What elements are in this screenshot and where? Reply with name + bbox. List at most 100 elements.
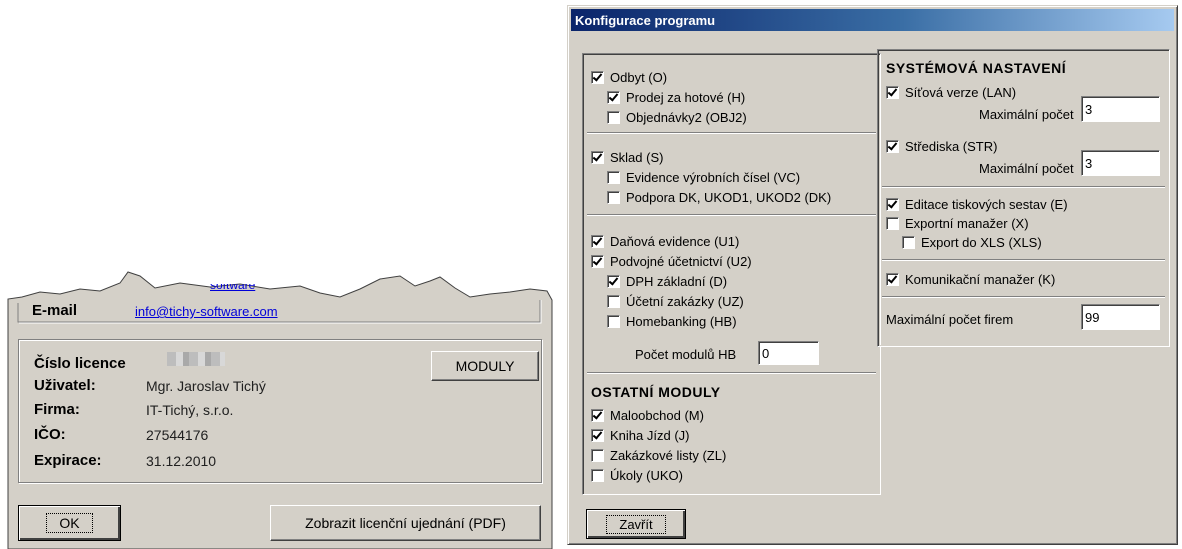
centers-max-label: Maximální počet [979, 161, 1074, 176]
expiry-label: Expirace: [34, 452, 102, 469]
close-button-label: Zavřít [606, 514, 666, 534]
module-checkbox[interactable]: Prodej za hotové (H) [607, 90, 745, 105]
print-edit-checkbox[interactable]: Editace tiskových sestav (E) [886, 197, 1068, 212]
license-number-label: Číslo licence [34, 355, 126, 372]
checkbox-box [607, 295, 620, 308]
checkbox-label: Maloobchod (M) [610, 408, 704, 423]
max-companies-label: Maximální počet firem [886, 312, 1014, 327]
checkbox-box [607, 275, 620, 288]
checkbox-box [886, 86, 899, 99]
module-checkbox[interactable]: Maloobchod (M) [591, 408, 704, 423]
checkbox-box [607, 171, 620, 184]
checkbox-label: Podpora DK, UKOD1, UKOD2 (DK) [626, 190, 832, 205]
module-checkbox[interactable]: Kniha Jízd (J) [591, 428, 689, 443]
checkbox-label: Editace tiskových sestav (E) [905, 197, 1068, 212]
divider [882, 296, 1165, 298]
checkbox-label: Úkoly (UKO) [610, 468, 683, 483]
module-checkbox[interactable]: Podpora DK, UKOD1, UKOD2 (DK) [607, 190, 831, 205]
divider [587, 372, 876, 374]
expiry-value: 31.12.2010 [146, 453, 217, 469]
network-max-input[interactable] [1081, 96, 1160, 122]
company-value: IT-Tichý, s.r.o. [146, 402, 234, 418]
max-companies-input[interactable] [1081, 304, 1160, 330]
checkbox-box [591, 429, 604, 442]
hb-count-input[interactable] [758, 341, 819, 365]
checkbox-label: Exportní manažer (X) [905, 216, 1029, 231]
ico-value: 27544176 [146, 427, 209, 443]
centers-max-input[interactable] [1081, 150, 1160, 176]
module-checkbox[interactable]: Zakázkové listy (ZL) [591, 448, 726, 463]
checkbox-label: Komunikační manažer (K) [905, 272, 1056, 287]
module-checkbox[interactable]: Evidence výrobních čísel (VC) [607, 170, 800, 185]
checkbox-label: Střediska (STR) [905, 139, 998, 154]
modules-button[interactable]: MODULY [431, 351, 539, 381]
divider [882, 186, 1165, 188]
module-checkbox[interactable]: Úkoly (UKO) [591, 468, 683, 483]
checkbox-label: Zakázkové listy (ZL) [610, 448, 727, 463]
checkbox-box [607, 91, 620, 104]
close-button[interactable]: Zavřít [586, 509, 686, 539]
license-info-box: Číslo licence Uživatel: Mgr. Jaroslav Ti… [18, 339, 542, 483]
module-checkbox[interactable]: Homebanking (HB) [607, 314, 737, 329]
divider [587, 132, 876, 134]
other-modules-heading: OSTATNÍ MODULY [591, 384, 721, 400]
checkbox-box [591, 409, 604, 422]
checkbox-label: Homebanking (HB) [626, 314, 737, 329]
checkbox-box [886, 198, 899, 211]
network-max-label: Maximální počet [979, 107, 1074, 122]
checkbox-box [591, 469, 604, 482]
checkbox-label: Odbyt (O) [610, 70, 668, 85]
checkbox-label: Prodej za hotové (H) [626, 90, 746, 105]
ok-button-label: OK [46, 513, 93, 533]
user-value: Mgr. Jaroslav Tichý [146, 378, 266, 394]
config-title: Konfigurace programu [575, 12, 716, 28]
system-settings-heading: SYSTÉMOVÁ NASTAVENÍ [886, 60, 1067, 76]
checkbox-box [591, 255, 604, 268]
checkbox-label: Síťová verze (LAN) [905, 85, 1017, 100]
system-settings-panel: SYSTÉMOVÁ NASTAVENÍ Síťová verze (LAN) M… [877, 49, 1170, 347]
centers-checkbox[interactable]: Střediska (STR) [886, 139, 997, 154]
company-label: Firma: [34, 401, 80, 418]
license-number-redacted [167, 352, 225, 366]
module-checkbox[interactable]: Účetní zakázky (UZ) [607, 294, 744, 309]
ico-label: IČO: [34, 426, 66, 443]
checkbox-label: Podvojné účetnictví (U2) [610, 254, 752, 269]
checkbox-box [591, 151, 604, 164]
checkbox-box [607, 315, 620, 328]
module-checkbox[interactable]: Daňová evidence (U1) [591, 234, 739, 249]
module-checkbox[interactable]: Podvojné účetnictví (U2) [591, 254, 752, 269]
ok-button[interactable]: OK [18, 505, 121, 541]
checkbox-box [607, 111, 620, 124]
hb-count-label: Počet modulů HB [635, 347, 737, 362]
config-window: Konfigurace programu Odbyt (O) Prodej za … [567, 5, 1178, 545]
checkbox-label: Kniha Jízd (J) [610, 428, 690, 443]
network-version-checkbox[interactable]: Síťová verze (LAN) [886, 85, 1016, 100]
module-checkbox[interactable]: Odbyt (O) [591, 70, 667, 85]
checkbox-box [902, 236, 915, 249]
checkbox-label: Export do XLS (XLS) [921, 235, 1042, 250]
module-checkbox[interactable]: Sklad (S) [591, 150, 663, 165]
checkbox-label: Evidence výrobních čísel (VC) [626, 170, 801, 185]
license-dialog-fragment: software E-mail info@tichy-software.com … [0, 0, 560, 549]
checkbox-box [886, 140, 899, 153]
checkbox-label: Daňová evidence (U1) [610, 234, 740, 249]
modules-panel: Odbyt (O) Prodej za hotové (H) Objednávky2… [582, 53, 881, 495]
checkbox-box [591, 235, 604, 248]
email-link[interactable]: info@tichy-software.com [135, 304, 278, 319]
divider [587, 214, 876, 216]
user-label: Uživatel: [34, 377, 96, 394]
checkbox-label: Účetní zakázky (UZ) [626, 294, 744, 309]
export-manager-checkbox[interactable]: Exportní manažer (X) [886, 216, 1029, 231]
config-title-bar[interactable]: Konfigurace programu [571, 9, 1174, 31]
checkbox-box [886, 217, 899, 230]
email-label: E-mail [32, 302, 78, 319]
checkbox-label: Sklad (S) [610, 150, 664, 165]
divider [882, 259, 1165, 261]
export-xls-checkbox[interactable]: Export do XLS (XLS) [902, 235, 1042, 250]
license-agreement-button[interactable]: Zobrazit licenční ujednání (PDF) [270, 505, 541, 541]
module-checkbox[interactable]: DPH základní (D) [607, 274, 727, 289]
checkbox-box [591, 449, 604, 462]
module-checkbox[interactable]: Objednávky2 (OBJ2) [607, 110, 747, 125]
checkbox-box [591, 71, 604, 84]
comm-manager-checkbox[interactable]: Komunikační manažer (K) [886, 272, 1055, 287]
